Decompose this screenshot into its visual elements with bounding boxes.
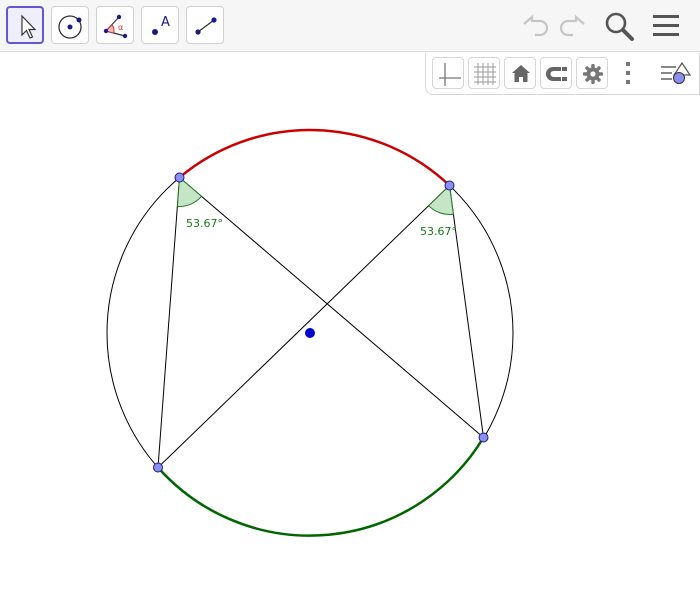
angle-label-left: 53.67° <box>186 217 223 230</box>
point-bottom-right[interactable] <box>478 432 489 443</box>
point-top-left[interactable] <box>174 172 185 183</box>
major-arc[interactable] <box>178 128 451 187</box>
minor-arc[interactable] <box>157 436 485 537</box>
segment-left[interactable] <box>157 177 180 468</box>
point-top-right[interactable] <box>444 180 455 191</box>
segment-right[interactable] <box>449 185 484 438</box>
angle-label-right: 53.67° <box>420 225 457 238</box>
circle-center-point[interactable] <box>305 328 315 338</box>
segment-diagonal-down[interactable] <box>179 177 484 438</box>
graphics-view[interactable]: 53.67° 53.67° <box>0 0 700 600</box>
point-bottom-left[interactable] <box>153 462 163 473</box>
